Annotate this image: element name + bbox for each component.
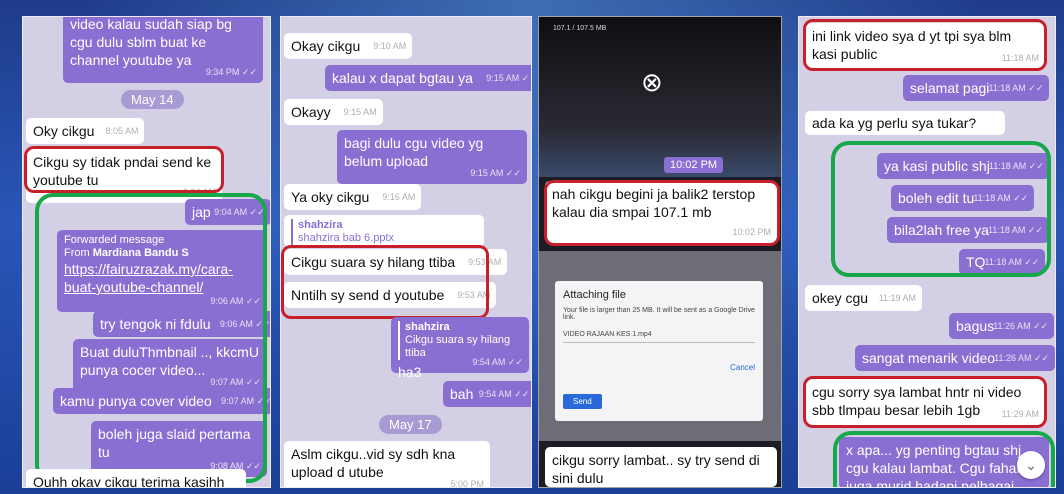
message-bubble[interactable]: Ouhh okay cikgu terima kasihh bbox=[26, 469, 246, 488]
message-time: 9:10 AM bbox=[373, 41, 407, 51]
reply-quote[interactable]: shahzira shahzira bab 6.pptx bbox=[284, 215, 484, 247]
send-button[interactable]: Send bbox=[563, 394, 602, 409]
message-bubble[interactable]: Okayy 9:15 AM bbox=[284, 99, 383, 125]
message-bubble[interactable]: bagus 11:26 AM ✓✓ bbox=[949, 313, 1055, 339]
message-bubble[interactable]: selamat pagi 11:18 AM ✓✓ bbox=[903, 75, 1050, 101]
red-highlight bbox=[281, 245, 489, 319]
message-time: 11:26 AM ✓✓ bbox=[994, 353, 1050, 363]
dialog-title: Attaching file bbox=[563, 289, 626, 301]
message-bubble[interactable]: Ya oky cikgu 9:16 AM bbox=[284, 184, 422, 210]
cancel-button[interactable]: Cancel bbox=[563, 363, 755, 372]
message-time: 11:18 AM ✓✓ bbox=[988, 83, 1044, 93]
message-text: bagi dulu cgu video yg belum upload bbox=[344, 135, 484, 169]
message-time: 9:16 AM bbox=[382, 192, 416, 202]
message-time: 9:54 AM ✓✓ bbox=[472, 357, 523, 367]
message-text: selamat pagi bbox=[910, 80, 990, 96]
video-thumbnail[interactable]: 107.1 / 107.5 MB ⊗ 10:02 PM bbox=[539, 17, 781, 177]
message-bubble[interactable]: okey cgu 11:19 AM bbox=[805, 285, 923, 311]
scroll-down-icon[interactable]: ⌄ bbox=[1017, 451, 1045, 479]
message-time: 11:26 AM ✓✓ bbox=[993, 321, 1049, 331]
chat-screenshot-2: Okay cikgu 9:10 AM kalau x dapat bgtau y… bbox=[280, 16, 532, 488]
reply-message[interactable]: shahzira Cikgu suara sy hilang ttiba ha3 … bbox=[391, 317, 529, 380]
red-highlight bbox=[24, 146, 224, 193]
message-bubble[interactable]: video kalau sudah siap bg cgu dulu sblm … bbox=[63, 16, 263, 83]
message-time: 9:15 AM bbox=[343, 107, 377, 117]
chat-screenshot-3: 107.1 / 107.5 MB ⊗ 10:02 PM nah cikgu be… bbox=[538, 16, 782, 488]
close-icon[interactable]: ⊗ bbox=[641, 69, 663, 95]
red-highlight bbox=[803, 376, 1047, 428]
message-text: Aslm cikgu..vid sy sdh kna upload d utub… bbox=[291, 446, 456, 480]
video-time: 10:02 PM bbox=[664, 157, 724, 173]
dialog-file: VIDEO RAJAAN KES 1.mp4 bbox=[563, 331, 755, 343]
message-bubble[interactable]: sangat menarik video 11:26 AM ✓✓ bbox=[855, 345, 1055, 371]
message-bubble[interactable]: Okay cikgu 9:10 AM bbox=[284, 33, 413, 59]
file-size: 107.1 / 107.5 MB bbox=[553, 25, 607, 32]
message-time: 11:19 AM bbox=[878, 293, 917, 303]
message-bubble[interactable]: ada ka yg perlu sya tukar? bbox=[805, 111, 1005, 135]
message-text: okey cgu bbox=[812, 290, 869, 306]
date-separator: May 14 bbox=[121, 90, 184, 109]
message-text: Ya oky cikgu bbox=[291, 189, 370, 205]
image-attachment[interactable]: Attaching file Your file is larger than … bbox=[539, 251, 781, 441]
message-time: 9:15 AM ✓✓ bbox=[486, 73, 531, 83]
message-text: ha3 bbox=[398, 364, 422, 380]
attaching-file-dialog: Attaching file Your file is larger than … bbox=[555, 281, 763, 421]
quote: shahzira shahzira bab 6.pptx bbox=[291, 219, 477, 245]
chat-screenshot-1: video kalau sudah siap bg cgu dulu sblm … bbox=[22, 16, 271, 488]
message-bubble[interactable]: Aslm cikgu..vid sy sdh kna upload d utub… bbox=[284, 441, 490, 488]
message-bubble[interactable]: bagi dulu cgu video yg belum upload 9:15… bbox=[337, 130, 527, 184]
green-highlight bbox=[35, 193, 267, 483]
message-bubble[interactable]: Oky cikgu 8:05 AM bbox=[26, 118, 145, 144]
message-text: Oky cikgu bbox=[33, 123, 95, 139]
green-highlight bbox=[831, 141, 1051, 277]
message-text: cikgu sorry lambat.. sy try send di sini… bbox=[552, 452, 760, 486]
red-highlight bbox=[544, 180, 780, 246]
date-separator: May 17 bbox=[379, 415, 442, 434]
message-text: video kalau sudah siap bg cgu dulu sblm … bbox=[70, 16, 232, 68]
message-time: 9:15 AM ✓✓ bbox=[470, 168, 521, 178]
message-text: bagus bbox=[956, 318, 995, 334]
message-text: kalau x dapat bgtau ya bbox=[332, 70, 473, 86]
red-highlight bbox=[803, 19, 1047, 71]
message-bubble[interactable]: kalau x dapat bgtau ya 9:15 AM ✓✓ bbox=[325, 65, 531, 91]
dialog-body: Your file is larger than 25 MB. It will … bbox=[563, 307, 755, 321]
message-text: ada ka yg perlu sya tukar? bbox=[812, 115, 977, 131]
message-text: Ouhh okay cikgu terima kasihh bbox=[33, 474, 225, 488]
message-text: bah bbox=[450, 386, 474, 402]
message-time: 9:54 AM ✓✓ bbox=[478, 389, 530, 399]
message-bubble[interactable]: cikgu sorry lambat.. sy try send di sini… bbox=[545, 447, 777, 487]
message-time: 8:05 AM bbox=[105, 126, 139, 136]
message-text: Okay cikgu bbox=[291, 38, 361, 54]
message-text: sangat menarik video bbox=[862, 350, 996, 366]
message-time: 9:34 PM ✓✓ bbox=[205, 67, 257, 77]
message-text: Okayy bbox=[291, 104, 331, 120]
message-bubble[interactable]: bah 9:54 AM ✓✓ bbox=[443, 381, 531, 407]
chat-screenshot-4: ini link video sya d yt tpi sya blm kasi… bbox=[798, 16, 1056, 488]
message-time: 5:00 PM bbox=[450, 479, 484, 488]
